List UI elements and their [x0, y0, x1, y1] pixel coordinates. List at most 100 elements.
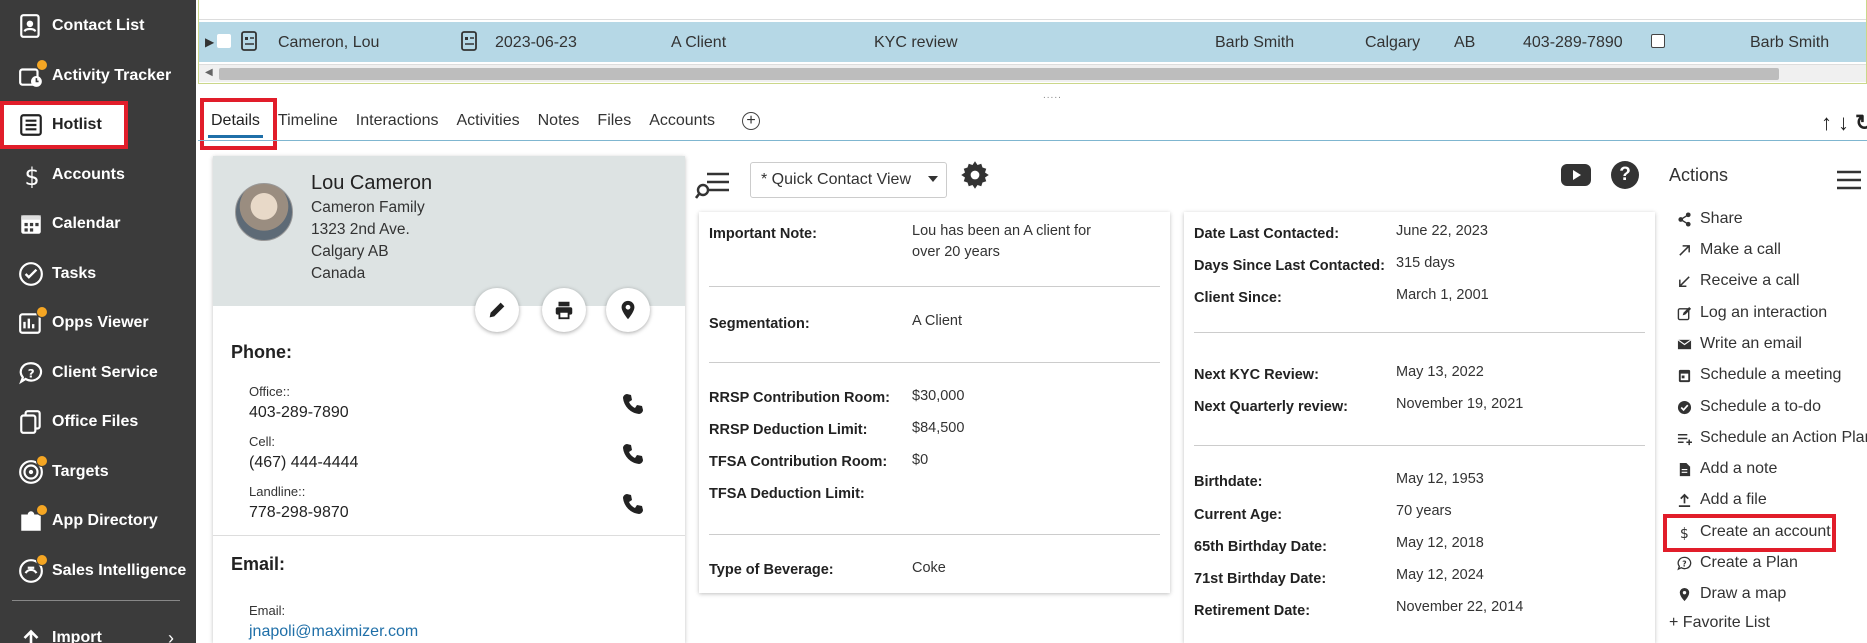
- scroll-thumb[interactable]: [219, 68, 1779, 80]
- edit-button[interactable]: [475, 288, 519, 332]
- sidebar-item-office-files[interactable]: Office Files: [0, 398, 196, 446]
- action-label: Make a call: [1700, 241, 1781, 258]
- sidebar-item-app-directory[interactable]: App Directory: [0, 497, 196, 545]
- cell-checkbox[interactable]: [1651, 34, 1665, 53]
- tab-interactions[interactable]: Interactions: [347, 100, 448, 142]
- quick-view-select[interactable]: * Quick Contact View: [750, 162, 947, 198]
- phone-icon[interactable]: [621, 392, 645, 416]
- sidebar: Contact List Activity Tracker Hotlist $ …: [0, 0, 196, 643]
- dates-panel: Date Last Contacted: June 22, 2023 Days …: [1184, 212, 1655, 643]
- tab-activities[interactable]: Activities: [448, 100, 529, 142]
- row-checkbox[interactable]: [217, 34, 231, 53]
- phone-office-value[interactable]: 403-289-7890: [249, 404, 349, 422]
- hotlist-icon: [16, 110, 46, 140]
- email-link[interactable]: jnapoli@maximizer.com: [249, 623, 418, 641]
- birthdate-value: May 12, 1953: [1396, 471, 1484, 487]
- action-add-note[interactable]: Add a note: [1676, 458, 1777, 480]
- horizontal-scrollbar[interactable]: ◀: [199, 64, 1866, 82]
- action-label: Log an interaction: [1700, 304, 1828, 321]
- panel-divider: [1194, 445, 1645, 446]
- scroll-left-icon[interactable]: ◀: [205, 67, 213, 78]
- contact-card-header: Lou Cameron Cameron Family 1323 2nd Ave.…: [213, 156, 685, 306]
- action-schedule-meeting[interactable]: Schedule a meeting: [1676, 364, 1841, 386]
- print-button[interactable]: [542, 288, 586, 332]
- row-expand-icon[interactable]: ▶: [205, 35, 214, 49]
- target-icon: [16, 455, 48, 487]
- phone-cell-label: Cell:: [249, 434, 276, 449]
- tab-files[interactable]: Files: [588, 100, 640, 142]
- tab-accounts[interactable]: Accounts: [640, 100, 724, 142]
- action-schedule-todo[interactable]: Schedule a to-do: [1676, 396, 1821, 418]
- map-button[interactable]: [606, 288, 650, 332]
- arrow-up-icon[interactable]: ↑: [1821, 110, 1832, 136]
- action-label: Add a note: [1700, 460, 1778, 477]
- action-write-email[interactable]: Write an email: [1676, 333, 1802, 355]
- birthday-65-value: May 12, 2018: [1396, 535, 1484, 551]
- tab-notes[interactable]: Notes: [529, 100, 589, 142]
- action-label: + Favorite List: [1669, 614, 1770, 631]
- cell-assigned: Barb Smith: [1215, 34, 1295, 51]
- client-since-value: March 1, 2001: [1396, 287, 1489, 303]
- action-create-plan[interactable]: ? Create a Plan: [1676, 552, 1798, 574]
- sidebar-item-tasks[interactable]: Tasks: [0, 250, 196, 298]
- youtube-icon[interactable]: [1561, 164, 1591, 186]
- sidebar-item-client-service[interactable]: ? Client Service: [0, 349, 196, 397]
- sidebar-item-activity-tracker[interactable]: Activity Tracker: [0, 52, 196, 100]
- sidebar-item-label: Accounts: [52, 166, 125, 183]
- sidebar-item-contact-list[interactable]: Contact List: [0, 2, 196, 50]
- action-create-account[interactable]: $ Create an account: [1676, 521, 1830, 543]
- grid-row-previous[interactable]: [199, 0, 1866, 20]
- action-schedule-action-plan[interactable]: Schedule an Action Plan: [1676, 427, 1867, 449]
- table-row-selected[interactable]: ▶ Cameron, Lou 2023-06-23 A Client KYC r…: [199, 22, 1866, 62]
- pencil-icon: [489, 302, 505, 318]
- action-add-file[interactable]: Add a file: [1676, 489, 1767, 511]
- list-plus-icon: [1676, 430, 1692, 446]
- action-draw-map[interactable]: Draw a map: [1676, 583, 1786, 605]
- gear-icon[interactable]: [960, 160, 990, 190]
- retirement-value: November 22, 2014: [1396, 599, 1524, 615]
- hamburger-menu-icon[interactable]: [1837, 170, 1861, 190]
- tab-timeline[interactable]: Timeline: [269, 100, 347, 142]
- action-share[interactable]: Share: [1676, 208, 1743, 230]
- pane-resize-handle[interactable]: .....: [1043, 90, 1062, 101]
- sidebar-item-import[interactable]: Import ›: [0, 614, 196, 643]
- calendar-icon: [16, 209, 46, 239]
- arrow-down-icon[interactable]: ↓: [1838, 110, 1849, 136]
- actions-title: Actions: [1669, 165, 1729, 185]
- age-label: Current Age:: [1194, 507, 1283, 523]
- action-log-interaction[interactable]: Log an interaction: [1676, 302, 1827, 324]
- tab-details[interactable]: Details: [202, 100, 269, 142]
- last-contacted-value: June 22, 2023: [1396, 223, 1488, 239]
- cell-segment: A Client: [671, 34, 727, 51]
- action-make-call[interactable]: Make a call: [1676, 239, 1781, 261]
- sidebar-item-label: Opps Viewer: [52, 314, 149, 331]
- phone-landline-value[interactable]: 778-298-9870: [249, 504, 349, 522]
- phone-icon[interactable]: [621, 492, 645, 516]
- record-nav: ↑ ↓ ↻: [1821, 110, 1867, 136]
- note-icon: [1676, 461, 1692, 477]
- refresh-icon[interactable]: ↻: [1855, 110, 1867, 136]
- financial-info-panel: Important Note: Lou has been an A client…: [699, 212, 1170, 593]
- sidebar-item-calendar[interactable]: Calendar: [0, 200, 196, 248]
- sidebar-item-label: Activity Tracker: [52, 67, 172, 84]
- contact-list-icon: [16, 11, 46, 41]
- envelope-icon: [1676, 336, 1692, 352]
- sidebar-item-sales-intelligence[interactable]: Sales Intelligence: [0, 547, 196, 595]
- action-favorite-list[interactable]: + Favorite List: [1669, 612, 1770, 634]
- beverage-label: Type of Beverage:: [709, 562, 834, 578]
- map-pin-icon: [621, 300, 635, 320]
- client-since-label: Client Since:: [1194, 290, 1282, 306]
- filter-list-icon[interactable]: [695, 168, 731, 200]
- phone-cell-value[interactable]: (467) 444-4444: [249, 454, 358, 472]
- add-tab-icon[interactable]: +: [742, 112, 761, 130]
- phone-icon[interactable]: [621, 442, 645, 466]
- activity-tracker-icon: [16, 59, 48, 91]
- sidebar-item-targets[interactable]: Targets: [0, 448, 196, 496]
- action-receive-call[interactable]: Receive a call: [1676, 270, 1800, 292]
- help-icon[interactable]: ?: [1611, 161, 1639, 189]
- sidebar-item-opps-viewer[interactable]: Opps Viewer: [0, 299, 196, 347]
- sidebar-item-hotlist[interactable]: Hotlist: [0, 101, 128, 149]
- sidebar-item-accounts[interactable]: $ Accounts: [0, 151, 196, 199]
- cell-name: Cameron, Lou: [278, 34, 380, 51]
- action-label: Add a file: [1700, 491, 1767, 508]
